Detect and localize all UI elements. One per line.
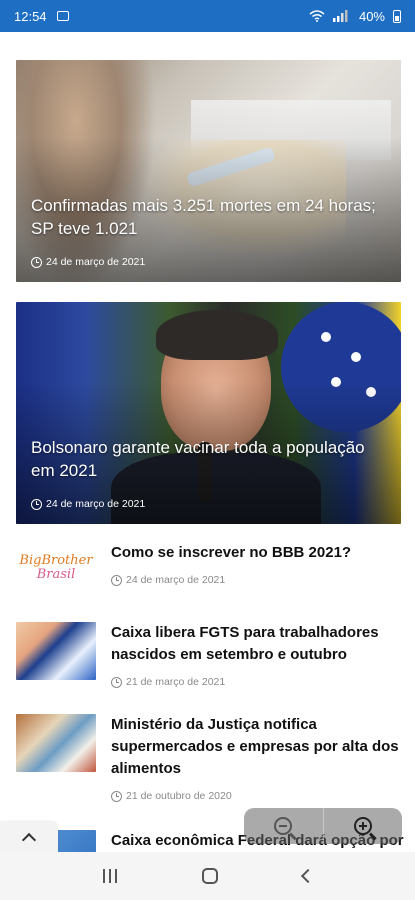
article-title[interactable]: Ministério da Justiça notifica supermerc… [111, 714, 405, 780]
zoom-out-icon [274, 817, 293, 835]
zoom-in-icon [353, 817, 372, 835]
list-item[interactable]: Caixa libera FGTS para trabalhadores nas… [0, 620, 415, 700]
zoom-in-button[interactable] [324, 808, 403, 844]
wifi-icon [309, 10, 325, 22]
bbb-logo-top: BigBrother [19, 552, 93, 568]
clock-icon [111, 574, 122, 586]
featured-date-text: 24 de março de 2021 [46, 256, 146, 268]
battery-icon [393, 9, 401, 23]
chevron-up-icon [21, 832, 37, 847]
recent-apps-button[interactable] [102, 869, 117, 883]
clock-icon [111, 790, 122, 802]
zoom-controls [244, 808, 402, 844]
status-indicators: 40% [309, 9, 401, 24]
featured-title[interactable]: Confirmadas mais 3.251 mortes em 24 hora… [31, 194, 381, 240]
clock-icon [31, 256, 42, 268]
bbb-logo-bottom: Brasil [36, 566, 76, 582]
article-date-text: 21 de março de 2021 [126, 676, 226, 688]
list-item[interactable]: Ministério da Justiça notifica supermerc… [0, 712, 415, 812]
featured-article-card[interactable]: Confirmadas mais 3.251 mortes em 24 hora… [16, 60, 401, 282]
signal-icon [332, 10, 351, 22]
featured-date: 24 de março de 2021 [31, 256, 145, 268]
article-thumbnail[interactable]: BigBrother Brasil [16, 538, 96, 596]
scroll-to-top-button[interactable] [0, 822, 58, 852]
list-item[interactable]: BigBrother Brasil Como se inscrever no B… [0, 534, 415, 604]
article-date-text: 24 de março de 2021 [126, 574, 226, 586]
hero-overlay [16, 302, 401, 524]
article-thumbnail[interactable] [16, 714, 96, 772]
article-date-text: 21 de outubro de 2020 [126, 790, 232, 802]
article-thumbnail[interactable] [16, 622, 96, 680]
zoom-out-button[interactable] [244, 808, 324, 844]
article-date: 24 de março de 2021 [111, 574, 225, 586]
system-navigation-bar [0, 852, 415, 900]
image-notification-icon [56, 11, 69, 21]
status-time: 12:54 [14, 8, 47, 24]
battery-percent: 40% [358, 8, 385, 24]
status-bar: 12:54 40% [0, 0, 415, 32]
featured-date: 24 de março de 2021 [31, 498, 145, 510]
clock-icon [111, 676, 122, 688]
featured-article-card[interactable]: Bolsonaro garante vacinar toda a populaç… [16, 302, 401, 524]
article-date: 21 de março de 2021 [111, 676, 225, 688]
featured-title[interactable]: Bolsonaro garante vacinar toda a populaç… [31, 436, 381, 482]
hero-overlay [16, 60, 401, 282]
clock-icon [31, 498, 42, 510]
article-title[interactable]: Como se inscrever no BBB 2021? [111, 542, 405, 564]
home-button[interactable] [201, 868, 218, 884]
featured-date-text: 24 de março de 2021 [46, 498, 146, 510]
back-button[interactable] [300, 868, 315, 884]
article-title[interactable]: Caixa libera FGTS para trabalhadores nas… [111, 622, 405, 666]
article-date: 21 de outubro de 2020 [111, 790, 232, 802]
